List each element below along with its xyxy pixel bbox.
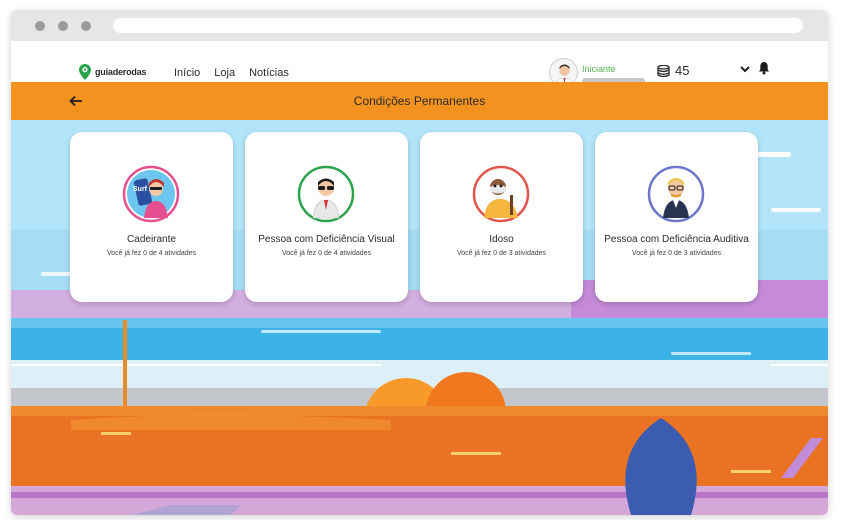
nav-link-noticias[interactable]: Notícias [249,67,289,79]
nav-link-inicio[interactable]: Início [174,67,200,79]
brand-name: guiaderodas [95,67,147,77]
window-close-dot[interactable] [35,21,45,31]
chevron-down-icon[interactable] [739,63,751,75]
conditions-card-list: Surf Cadeirante Você já fez 0 de 4 ativi… [59,132,758,302]
card-title: Cadeirante [127,234,176,245]
section-header: Condições Permanentes [11,82,828,120]
card-title: Idoso [489,234,514,245]
browser-chrome [11,10,828,41]
map-pin-logo-icon [79,64,91,80]
card-progress: Você já fez 0 de 3 atividades [456,250,547,257]
window-maximize-dot[interactable] [81,21,91,31]
window-minimize-dot[interactable] [58,21,68,31]
card-progress: Você já fez 0 de 4 atividades [106,250,197,257]
brand-logo[interactable]: guiaderodas [79,64,147,80]
card-deficiencia-auditiva[interactable]: Pessoa com Deficiência Auditiva Você já … [595,132,758,302]
user-level-label: Iniciante [582,64,616,74]
coins-value: 45 [675,63,690,78]
card-deficiencia-visual[interactable]: Pessoa com Deficiência Visual Você já fe… [245,132,408,302]
main-nav: Início Loja Notícias [174,67,289,79]
svg-text:Surf: Surf [133,186,148,193]
coins-counter: 45 [657,63,689,78]
card-progress: Você já fez 0 de 3 atividades [631,250,722,257]
coins-stack-icon [657,64,670,77]
nav-link-loja[interactable]: Loja [214,67,235,79]
address-bar[interactable] [113,18,803,33]
elderly-avatar-icon [472,165,530,223]
hearing-impaired-avatar-icon [647,165,705,223]
card-cadeirante[interactable]: Surf Cadeirante Você já fez 0 de 4 ativi… [70,132,233,302]
bell-icon[interactable] [758,61,770,75]
card-title: Pessoa com Deficiência Auditiva [604,234,749,245]
page-title: Condições Permanentes [353,94,486,108]
wheelchair-user-avatar-icon: Surf [122,165,180,223]
visually-impaired-avatar-icon [297,165,355,223]
card-idoso[interactable]: Idoso Você já fez 0 de 3 atividades [420,132,583,302]
card-progress: Você já fez 0 de 4 atividades [281,250,372,257]
card-title: Pessoa com Deficiência Visual [258,234,395,245]
